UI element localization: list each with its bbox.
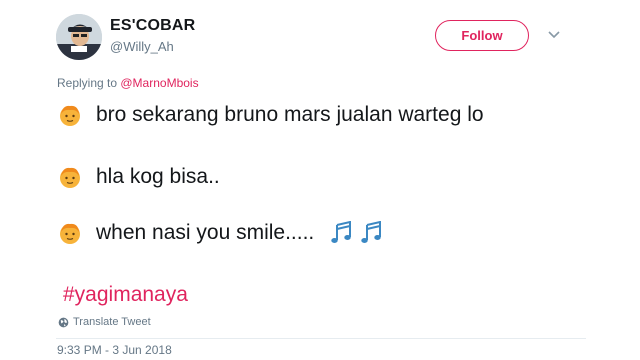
follow-button[interactable]: Follow (435, 20, 529, 51)
reply-mention-link[interactable]: @MarnoMbois (120, 76, 198, 90)
chevron-down-icon[interactable] (547, 27, 561, 41)
tweet-card: ES'COBAR @Willy_Ah Follow Replying to @M… (0, 0, 640, 360)
boy-face-emoji-icon (60, 105, 80, 126)
music-notes-icon (361, 221, 382, 243)
replying-prefix: Replying to (57, 76, 121, 90)
tweet-line-text: when nasi you smile..... (96, 221, 315, 244)
tweet-line: hla kog bisa.. (58, 165, 220, 189)
timestamp[interactable]: 9:33 PM - 3 Jun 2018 (57, 343, 172, 357)
translate-tweet-link[interactable]: Translate Tweet (58, 316, 151, 328)
avatar[interactable] (56, 14, 102, 60)
tweet-line: bro sekarang bruno mars jualan warteg lo (58, 103, 484, 127)
music-notes-group (328, 221, 388, 245)
tweet-line-text: hla kog bisa.. (96, 165, 220, 188)
user-handle[interactable]: @Willy_Ah (110, 39, 174, 54)
divider (56, 338, 586, 339)
translate-label: Translate Tweet (73, 316, 151, 328)
replying-to: Replying to @MarnoMbois (57, 76, 199, 90)
boy-face-emoji-icon (60, 167, 80, 188)
boy-face-emoji-icon (60, 223, 80, 244)
tweet-line-text: bro sekarang bruno mars jualan warteg lo (96, 103, 484, 126)
music-notes-icon (331, 221, 352, 243)
globe-icon (58, 317, 69, 327)
display-name[interactable]: ES'COBAR (110, 17, 195, 35)
hashtag-link[interactable]: #yagimanaya (63, 283, 188, 307)
tweet-line: when nasi you smile..... (58, 221, 388, 245)
